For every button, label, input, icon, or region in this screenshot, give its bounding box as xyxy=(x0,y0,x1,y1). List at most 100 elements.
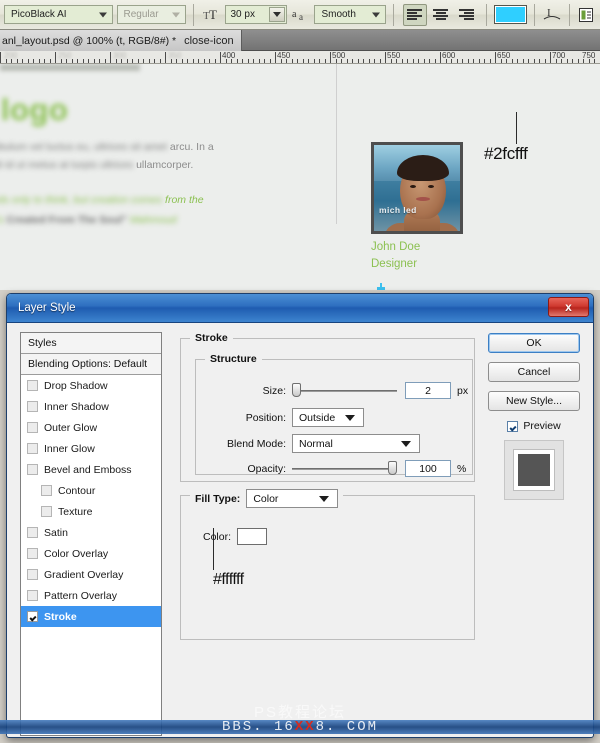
style-item-gradient-overlay[interactable]: Gradient Overlay xyxy=(21,564,161,585)
style-item-outer-glow[interactable]: Outer Glow xyxy=(21,417,161,438)
style-label: Inner Glow xyxy=(44,442,95,455)
photo-eye-left xyxy=(410,185,416,188)
anti-alias-combo[interactable]: Smooth xyxy=(314,5,386,24)
document-tab[interactable]: anl_layout.psd @ 100% (t, RGB/8#) * clos… xyxy=(0,30,242,51)
dialog-buttons: OK Cancel New Style... Preview xyxy=(488,333,580,500)
size-input[interactable]: 2 xyxy=(405,382,451,399)
chevron-down-icon xyxy=(172,12,181,17)
ruler-label: 550 xyxy=(387,51,401,60)
photo-watermark-text: mich led xyxy=(379,205,417,215)
anti-alias-icon: a a xyxy=(291,4,310,26)
warp-text-icon[interactable]: I xyxy=(542,4,561,26)
style-label: Satin xyxy=(44,526,68,539)
ruler-label: 300 xyxy=(113,51,127,60)
quote-author: Mahmoud xyxy=(129,214,177,226)
checkbox-contour[interactable] xyxy=(41,485,52,496)
fill-type-legend: Fill Type: Color xyxy=(190,489,344,508)
style-label: Color Overlay xyxy=(44,547,109,560)
opacity-input[interactable]: 100 xyxy=(405,460,451,477)
structure-group: Structure Size: 2 px Position: Outside B… xyxy=(195,353,473,477)
font-size-dropdown-button[interactable] xyxy=(269,7,286,22)
style-label: Inner Shadow xyxy=(44,400,109,413)
stroke-settings-panel: Stroke Structure Size: 2 px Position: Ou… xyxy=(175,332,480,736)
checkbox-satin[interactable] xyxy=(27,527,38,538)
horizontal-ruler[interactable]: 200 250 300 350 400 450 500 550 600 650 … xyxy=(0,51,600,64)
size-slider-thumb[interactable] xyxy=(292,382,301,397)
toolbar-divider xyxy=(568,3,570,26)
style-label: Texture xyxy=(58,505,93,518)
checkbox-texture[interactable] xyxy=(41,506,52,517)
twitter-bird-icon[interactable] xyxy=(371,282,389,290)
stroke-color-swatch[interactable] xyxy=(237,528,267,545)
opacity-slider[interactable] xyxy=(292,460,397,475)
align-center-button[interactable] xyxy=(429,4,453,26)
options-toolbar: PicoBlack AI Regular T T 30 px a a Smoot xyxy=(0,0,600,30)
styles-list[interactable]: Styles Blending Options: Default Drop Sh… xyxy=(20,332,162,736)
fill-type-group: Fill Type: Color Color: #ffffff xyxy=(180,489,475,640)
chevron-down-icon xyxy=(98,12,107,17)
close-icon[interactable]: x xyxy=(548,297,589,317)
style-item-inner-shadow[interactable]: Inner Shadow xyxy=(21,396,161,417)
checkbox-stroke[interactable] xyxy=(27,611,38,622)
style-item-color-overlay[interactable]: Color Overlay xyxy=(21,543,161,564)
ruler-label: 350 xyxy=(168,51,182,60)
align-right-button[interactable] xyxy=(455,4,479,26)
chevron-down-icon xyxy=(371,12,380,17)
blending-options-item[interactable]: Blending Options: Default xyxy=(21,354,161,375)
align-left-button[interactable] xyxy=(402,3,427,26)
close-icon[interactable]: close-icon xyxy=(184,35,234,47)
ruler-label: 200 xyxy=(4,51,18,60)
dialog-titlebar[interactable]: Layer Style x xyxy=(7,294,593,323)
style-item-satin[interactable]: Satin xyxy=(21,522,161,543)
fill-type-select[interactable]: Color xyxy=(246,489,339,508)
fill-type-label: Fill Type: xyxy=(195,492,241,505)
document-tab-bar: anl_layout.psd @ 100% (t, RGB/8#) * clos… xyxy=(0,30,600,51)
font-style-combo[interactable]: Regular xyxy=(116,5,187,24)
checkbox-color-overlay[interactable] xyxy=(27,548,38,559)
ruler-label: 650 xyxy=(497,51,511,60)
style-item-inner-glow[interactable]: Inner Glow xyxy=(21,438,161,459)
checkbox-drop-shadow[interactable] xyxy=(27,380,38,391)
checkbox-inner-shadow[interactable] xyxy=(27,401,38,412)
checkbox-pattern-overlay[interactable] xyxy=(27,590,38,601)
style-label: Stroke xyxy=(44,610,77,623)
document-canvas[interactable]: e logo estibulum vel luctus eu, ultrices… xyxy=(0,64,600,290)
position-select[interactable]: Outside xyxy=(292,408,364,427)
stroke-group-title: Stroke xyxy=(190,332,233,344)
checkbox-outer-glow[interactable] xyxy=(27,422,38,433)
portrait-photo: mich led xyxy=(371,142,463,234)
ok-button[interactable]: OK xyxy=(488,333,580,353)
style-item-contour[interactable]: Contour xyxy=(21,480,161,501)
hex-callout-line xyxy=(516,112,517,144)
style-item-drop-shadow[interactable]: Drop Shadow xyxy=(21,375,161,396)
canvas-paragraph: estibulum vel luctus eu, ultrices sit am… xyxy=(0,138,312,174)
blend-mode-select[interactable]: Normal xyxy=(292,434,420,453)
opacity-unit: % xyxy=(457,462,467,475)
photoshop-window: PicoBlack AI Regular T T 30 px a a Smoot xyxy=(0,0,600,743)
new-style-button[interactable]: New Style... xyxy=(488,391,580,411)
style-label: Contour xyxy=(58,484,96,497)
checkbox-inner-glow[interactable] xyxy=(27,443,38,454)
text-color-swatch[interactable] xyxy=(493,5,528,24)
opacity-slider-thumb[interactable] xyxy=(388,460,397,475)
toggle-panels-icon[interactable] xyxy=(577,4,596,26)
checkbox-bevel-and-emboss[interactable] xyxy=(27,464,38,475)
dialog-title: Layer Style xyxy=(18,302,76,314)
paragraph-sharp-a: arcu. In a xyxy=(169,141,214,153)
style-item-bevel-and-emboss[interactable]: Bevel and Emboss xyxy=(21,459,161,480)
font-family-combo[interactable]: PicoBlack AI xyxy=(4,5,113,24)
cancel-button[interactable]: Cancel xyxy=(488,362,580,382)
checkbox-gradient-overlay[interactable] xyxy=(27,569,38,580)
size-slider[interactable] xyxy=(292,382,397,397)
quote-blur: needs only to think, but creation comes xyxy=(0,194,163,206)
style-item-texture[interactable]: Texture xyxy=(21,501,161,522)
preview-row[interactable]: Preview xyxy=(488,420,580,432)
style-item-pattern-overlay[interactable]: Pattern Overlay xyxy=(21,585,161,606)
person-role: Designer xyxy=(371,258,418,270)
hex-callout-line xyxy=(213,528,214,570)
font-size-combo[interactable]: 30 px xyxy=(224,5,288,24)
checkbox-preview[interactable] xyxy=(507,420,519,432)
style-preview-thumbnail xyxy=(504,440,564,500)
canvas-quote: needs only to think, but creation comes … xyxy=(0,190,300,230)
style-item-stroke[interactable]: Stroke xyxy=(21,606,161,627)
